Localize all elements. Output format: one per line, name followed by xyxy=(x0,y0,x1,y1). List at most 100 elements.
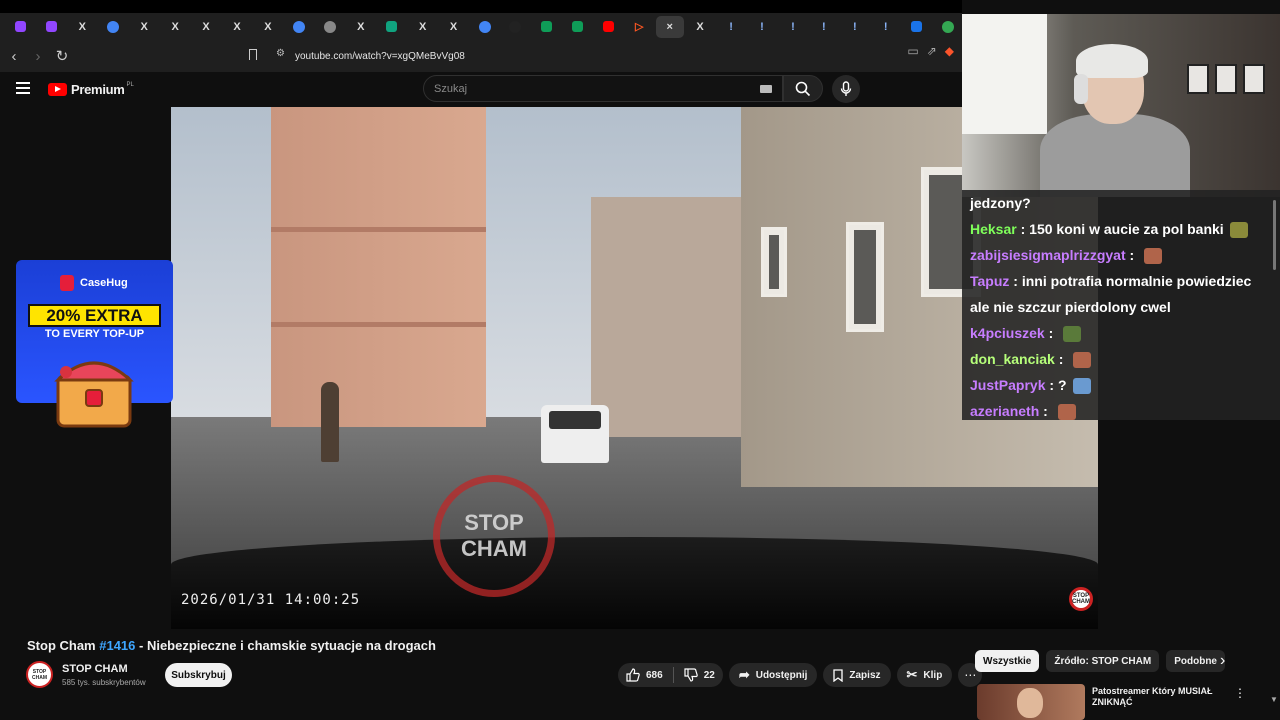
chat-emote-icon xyxy=(1229,222,1248,239)
browser-tab[interactable] xyxy=(99,16,128,38)
scroll-down-arrow-icon[interactable]: ▼ xyxy=(1270,695,1278,704)
browser-tab[interactable] xyxy=(501,16,530,38)
filter-chip[interactable]: Źródło: STOP CHAM xyxy=(1046,650,1160,672)
save-button[interactable]: Zapisz xyxy=(823,663,891,687)
browser-tab[interactable]: ▷ xyxy=(625,16,654,38)
channel-name[interactable]: STOP CHAM xyxy=(62,663,128,675)
clip-label: Klip xyxy=(923,669,943,681)
browser-tab[interactable]: X xyxy=(223,16,252,38)
chat-username[interactable]: don_kanciak xyxy=(970,351,1055,367)
address-bar[interactable]: ⚙ youtube.com/watch?v=xgQMeBvVg08 xyxy=(243,43,962,69)
browser-tab[interactable]: X xyxy=(408,16,437,38)
keyboard-icon[interactable] xyxy=(760,85,772,93)
channel-avatar[interactable]: STOP CHAM xyxy=(26,661,53,688)
browser-tab[interactable] xyxy=(563,16,592,38)
x-icon: X xyxy=(264,20,272,33)
browser-tab[interactable]: X xyxy=(254,16,283,38)
browser-tab[interactable] xyxy=(594,16,623,38)
url-text: youtube.com/watch?v=xgQMeBvVg08 xyxy=(295,50,465,62)
browser-toolbar: ‹ › ↻ ⚙ youtube.com/watch?v=xgQMeBvVg08 … xyxy=(0,40,962,72)
video-title-hashtag[interactable]: #1416 xyxy=(99,638,135,653)
video-building-distant xyxy=(591,197,751,437)
recommendation-filter-chips: Wszystkie Źródło: STOP CHAM Podobne xyxy=(975,650,1225,672)
chat-message-partial: jedzony? xyxy=(970,195,1031,211)
filter-chip[interactable]: Wszystkie xyxy=(975,650,1040,672)
chat-username[interactable]: JustPapryk xyxy=(970,377,1045,393)
chat-username[interactable]: azerianeth xyxy=(970,403,1039,419)
share-button[interactable]: ➦ Udostępnij xyxy=(728,663,818,687)
browser-tab[interactable]: ! xyxy=(717,16,746,38)
browser-tab[interactable]: X xyxy=(68,16,97,38)
back-arrow-icon[interactable]: ‹ xyxy=(4,46,24,66)
browser-tab[interactable] xyxy=(532,16,561,38)
save-label: Zapisz xyxy=(849,669,881,681)
browser-tab[interactable]: X xyxy=(346,16,375,38)
more-vertical-icon[interactable]: ⋮ xyxy=(1234,686,1246,700)
video-dashboard xyxy=(171,537,1098,629)
recommendation-title[interactable]: Patostreamer Który MUSIAŁ ZNIKNĄĆ xyxy=(1092,686,1222,708)
browser-tab[interactable]: ! xyxy=(840,16,869,38)
browser-tab[interactable]: X xyxy=(130,16,159,38)
browser-tab[interactable] xyxy=(377,16,406,38)
like-button[interactable]: 686 xyxy=(626,668,663,682)
scissors-icon: ✂ xyxy=(906,667,918,682)
browser-tab[interactable]: ! xyxy=(778,16,807,38)
search-input[interactable]: Szukaj xyxy=(423,75,783,102)
chat-username[interactable]: zabijsiesigmaplrizzgyat xyxy=(970,247,1126,263)
browser-tab[interactable] xyxy=(470,16,499,38)
browser-tab[interactable] xyxy=(315,16,344,38)
reload-icon[interactable]: ↻ xyxy=(52,46,72,66)
browser-tab[interactable] xyxy=(284,16,313,38)
browser-tab[interactable]: ! xyxy=(871,16,900,38)
browser-tab[interactable]: X xyxy=(161,16,190,38)
sheets-icon xyxy=(540,21,552,32)
browser-tab[interactable]: X xyxy=(439,16,468,38)
share-page-icon[interactable]: ⇗ xyxy=(927,44,937,58)
search-button[interactable] xyxy=(783,75,823,102)
browser-tab[interactable] xyxy=(933,16,962,38)
chat-username[interactable]: k4pciuszek xyxy=(970,325,1045,341)
x-icon: X xyxy=(696,20,704,33)
search-placeholder: Szukaj xyxy=(434,82,468,95)
browser-tab[interactable]: X xyxy=(192,16,221,38)
chat-text: ? xyxy=(1057,377,1067,393)
share-icon: ➦ xyxy=(738,667,750,682)
brave-shield-icon[interactable]: ◆ xyxy=(945,44,954,58)
video-player[interactable]: STOP CHAM 2026/01/31 14:00:25 STOP CHAM xyxy=(171,107,1098,629)
browser-tab[interactable]: × xyxy=(655,15,684,38)
bookmark-save-icon xyxy=(833,668,844,682)
browser-tab[interactable]: ! xyxy=(748,16,777,38)
forward-arrow-icon[interactable]: › xyxy=(28,46,48,66)
chatgpt-icon xyxy=(386,21,398,32)
ad-brand: CaseHug xyxy=(60,275,128,291)
chat-message: azerianeth : xyxy=(970,398,1270,424)
subscribe-button[interactable]: Subskrybuj xyxy=(165,663,232,687)
chevron-right-icon[interactable]: › xyxy=(1220,652,1225,670)
sheets-icon xyxy=(571,21,583,32)
x-icon: X xyxy=(140,20,148,33)
like-count: 686 xyxy=(646,669,663,681)
youtube-logo[interactable]: Premium PL xyxy=(48,82,134,97)
chat-username[interactable]: Heksar xyxy=(970,221,1017,237)
x-icon: X xyxy=(418,20,427,33)
browser-tab[interactable]: ! xyxy=(809,16,838,38)
browser-tab[interactable] xyxy=(37,16,66,38)
channel-watermark[interactable]: STOP CHAM xyxy=(1069,587,1093,611)
recommendation-thumbnail[interactable] xyxy=(977,684,1085,720)
browser-tab[interactable] xyxy=(902,16,931,38)
chat-username[interactable]: Tapuz xyxy=(970,273,1009,289)
browser-tab[interactable]: X xyxy=(686,16,715,38)
voice-search-button[interactable] xyxy=(832,75,860,103)
menu-icon[interactable] xyxy=(16,82,30,94)
browser-tab[interactable] xyxy=(6,16,35,38)
exclamation-icon: ! xyxy=(883,20,888,33)
clip-button[interactable]: ✂ Klip xyxy=(896,663,953,687)
site-info-icon[interactable]: ⚙ xyxy=(276,48,285,59)
globe-icon xyxy=(323,20,336,33)
bookmark-icon[interactable] xyxy=(249,49,257,60)
filter-chip[interactable]: Podobne xyxy=(1166,650,1225,672)
casehug-ad[interactable]: CaseHug 20% EXTRA TO EVERY TOP-UP xyxy=(16,260,173,428)
dislike-button[interactable]: 22 xyxy=(684,668,715,682)
chat-scrollbar[interactable] xyxy=(1273,200,1276,270)
cast-icon[interactable]: ▭ xyxy=(907,44,918,58)
